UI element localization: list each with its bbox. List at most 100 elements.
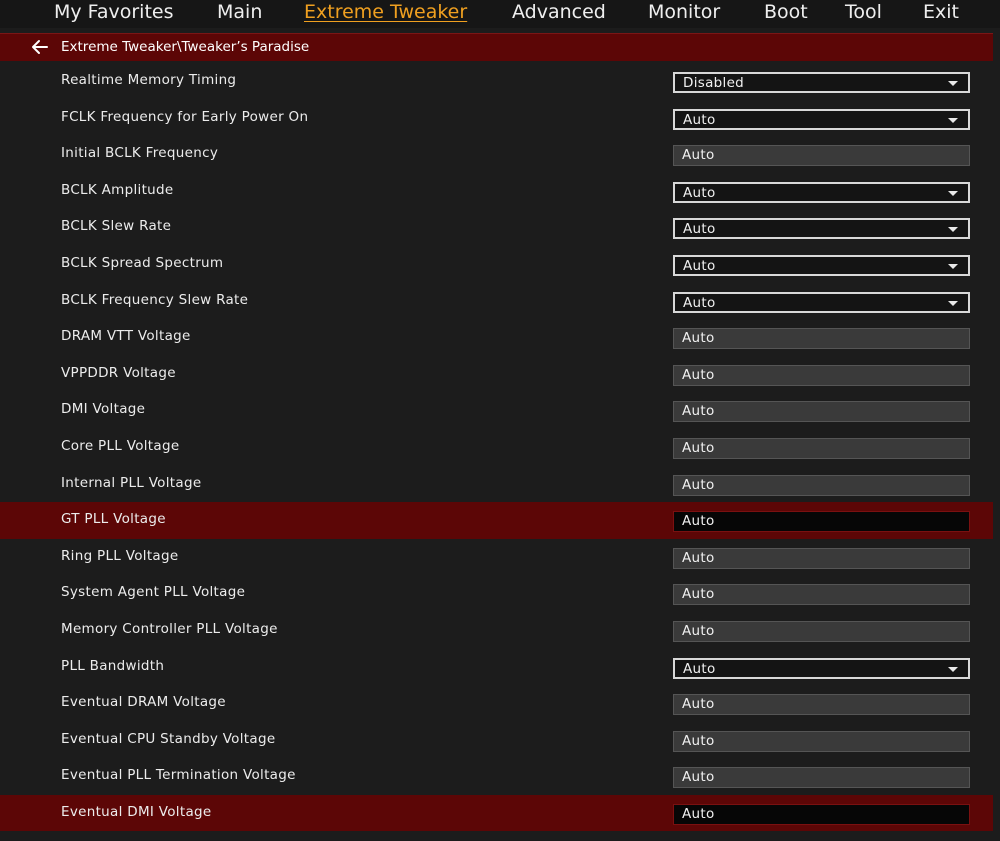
caret-down-icon [948, 117, 958, 123]
setting-value: Auto [682, 366, 715, 383]
top-menu-bar: My Favorites Main Extreme Tweaker Advanc… [0, 0, 1000, 28]
setting-value: Auto [682, 732, 715, 749]
setting-value: Auto [682, 805, 715, 822]
setting-value: Auto [682, 622, 715, 639]
caret-down-icon [948, 666, 958, 672]
setting-row[interactable]: VPPDDR Voltage Auto [0, 356, 993, 393]
setting-row[interactable]: GT PLL Voltage Auto [0, 502, 993, 539]
setting-dropdown[interactable]: Auto [673, 657, 970, 679]
setting-label: BCLK Slew Rate [61, 218, 172, 235]
setting-row[interactable]: Internal PLL Voltage Auto [0, 466, 993, 503]
back-arrow-icon[interactable] [30, 38, 50, 56]
tab-advanced[interactable]: Advanced [512, 0, 606, 26]
setting-label: BCLK Frequency Slew Rate [61, 291, 249, 308]
setting-label: System Agent PLL Voltage [61, 584, 246, 601]
tab-monitor[interactable]: Monitor [648, 0, 720, 26]
setting-row[interactable]: BCLK Slew Rate Auto [0, 209, 993, 246]
setting-input[interactable]: Auto [673, 437, 970, 459]
setting-value: Auto [682, 476, 715, 493]
setting-row[interactable]: Eventual DRAM Voltage Auto [0, 685, 993, 722]
setting-label: PLL Bandwidth [61, 657, 165, 674]
setting-input[interactable]: Auto [673, 474, 970, 496]
setting-row[interactable]: BCLK Spread Spectrum Auto [0, 246, 993, 283]
setting-row[interactable]: Eventual DMI Voltage Auto [0, 794, 993, 832]
setting-value: Auto [683, 221, 716, 238]
setting-dropdown[interactable]: Auto [673, 108, 970, 130]
setting-input[interactable]: Auto [673, 547, 970, 569]
setting-label: FCLK Frequency for Early Power On [61, 108, 309, 125]
setting-label: Memory Controller PLL Voltage [61, 620, 278, 637]
setting-input[interactable]: Auto [673, 328, 970, 350]
setting-value: Auto [682, 439, 715, 456]
setting-input[interactable]: Auto [673, 364, 970, 386]
setting-label: DMI Voltage [61, 401, 146, 418]
setting-label: Eventual DMI Voltage [61, 803, 212, 820]
tab-my-favorites[interactable]: My Favorites [54, 0, 174, 26]
setting-value: Auto [683, 294, 716, 311]
setting-value: Auto [682, 696, 715, 713]
setting-row[interactable]: Realtime Memory Timing Disabled [0, 63, 993, 100]
setting-dropdown[interactable]: Auto [673, 181, 970, 203]
caret-down-icon [948, 81, 958, 86]
setting-row[interactable]: Initial BCLK Frequency Auto [0, 136, 993, 173]
caret-down-icon [948, 263, 958, 269]
setting-value: Auto [683, 257, 716, 274]
setting-value: Disabled [683, 75, 745, 91]
setting-dropdown[interactable]: Auto [673, 254, 970, 276]
setting-value: Auto [682, 330, 715, 347]
setting-label: Realtime Memory Timing [61, 72, 237, 88]
tab-tool[interactable]: Tool [845, 0, 882, 26]
tab-main[interactable]: Main [217, 0, 262, 26]
setting-label: Initial BCLK Frequency [61, 145, 219, 162]
setting-row[interactable]: BCLK Frequency Slew Rate Auto [0, 283, 993, 320]
breadcrumb: Extreme Tweaker\Tweaker’s Paradise [0, 33, 993, 61]
setting-input[interactable]: Auto [673, 511, 970, 533]
caret-down-icon [948, 190, 958, 196]
setting-input[interactable]: Auto [673, 584, 970, 606]
setting-dropdown[interactable]: Disabled [673, 72, 970, 93]
setting-row[interactable]: BCLK Amplitude Auto [0, 173, 993, 210]
setting-label: Eventual PLL Termination Voltage [61, 767, 296, 784]
tab-boot[interactable]: Boot [764, 0, 808, 26]
breadcrumb-path: Extreme Tweaker\Tweaker’s Paradise [61, 39, 310, 55]
caret-down-icon [948, 227, 958, 233]
setting-input[interactable]: Auto [673, 401, 970, 423]
setting-row[interactable]: PLL Bandwidth Auto [0, 649, 993, 686]
setting-label: DRAM VTT Voltage [61, 328, 191, 345]
setting-row[interactable]: Eventual CPU Standby Voltage Auto [0, 722, 993, 759]
setting-value: Auto [683, 660, 716, 677]
setting-row[interactable]: System Agent PLL Voltage Auto [0, 575, 993, 612]
setting-dropdown[interactable]: Auto [673, 291, 970, 313]
setting-row[interactable]: Ring PLL Voltage Auto [0, 539, 993, 576]
setting-input[interactable]: Auto [673, 145, 970, 167]
setting-value: Auto [682, 513, 715, 530]
setting-row[interactable]: Core PLL Voltage Auto [0, 429, 993, 466]
setting-input[interactable]: Auto [673, 767, 970, 789]
setting-row[interactable]: DMI Voltage Auto [0, 392, 993, 429]
setting-label: BCLK Spread Spectrum [61, 254, 224, 271]
setting-row[interactable]: Memory Controller PLL Voltage Auto [0, 612, 993, 649]
setting-input[interactable]: Auto [673, 620, 970, 642]
setting-label: Eventual CPU Standby Voltage [61, 730, 276, 747]
setting-value: Auto [682, 769, 715, 786]
setting-value: Auto [683, 111, 716, 128]
setting-row[interactable]: DRAM VTT Voltage Auto [0, 319, 993, 356]
setting-label: VPPDDR Voltage [61, 364, 176, 381]
setting-dropdown[interactable]: Auto [673, 218, 970, 240]
tab-exit[interactable]: Exit [923, 0, 959, 26]
setting-label: GT PLL Voltage [61, 511, 166, 528]
setting-input[interactable]: Auto [673, 803, 970, 825]
setting-row[interactable]: Eventual PLL Termination Voltage Auto [0, 758, 993, 795]
setting-label: BCLK Amplitude [61, 181, 174, 198]
setting-input[interactable]: Auto [673, 694, 970, 716]
setting-value: Auto [682, 549, 715, 566]
settings-list: Realtime Memory Timing Disabled FCLK Frequ… [0, 63, 993, 832]
setting-input[interactable]: Auto [673, 730, 970, 752]
setting-value: Auto [682, 403, 715, 420]
setting-label: Eventual DRAM Voltage [61, 694, 226, 711]
setting-row[interactable]: FCLK Frequency for Early Power On Auto [0, 100, 993, 137]
setting-label: Internal PLL Voltage [61, 474, 202, 491]
setting-value: Auto [682, 586, 715, 603]
caret-down-icon [948, 300, 958, 306]
tab-extreme-tweaker[interactable]: Extreme Tweaker [304, 0, 467, 26]
